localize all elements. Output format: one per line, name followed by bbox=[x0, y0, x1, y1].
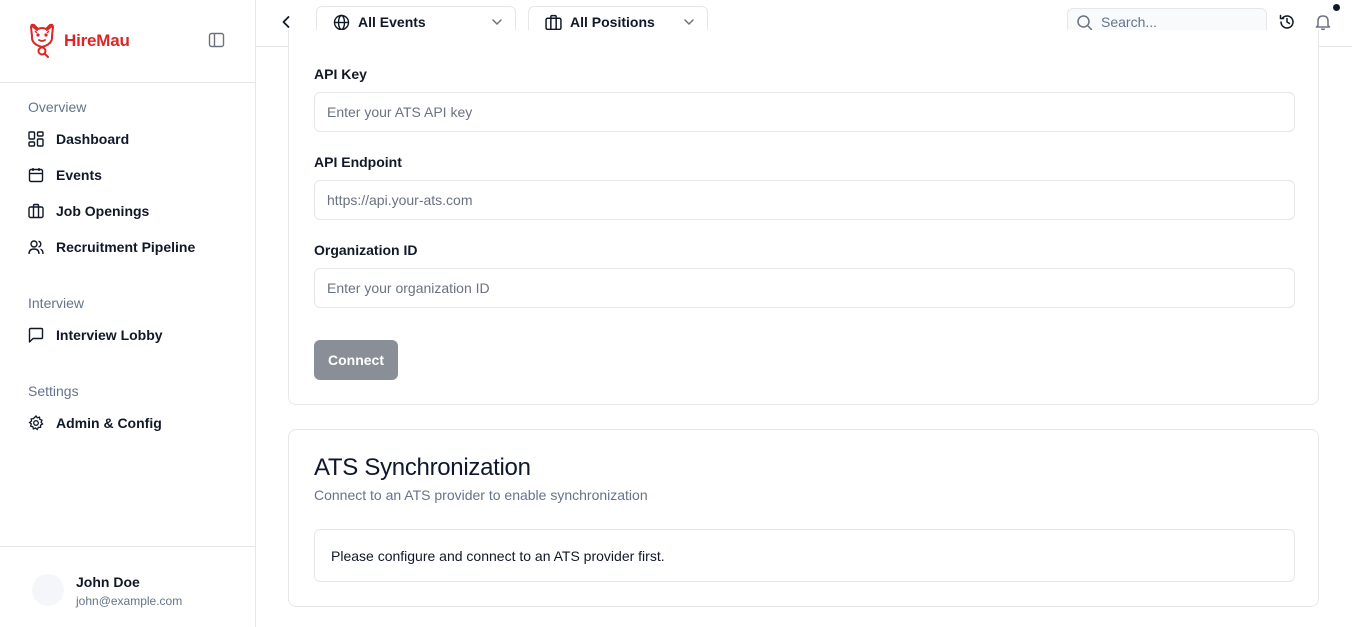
nav-section-overview: Overview bbox=[28, 99, 87, 115]
gear-icon bbox=[28, 415, 44, 431]
calendar-icon bbox=[28, 167, 44, 183]
nav-section-interview: Interview bbox=[28, 295, 85, 311]
sync-title: ATS Synchronization bbox=[314, 454, 531, 481]
search-icon bbox=[1076, 14, 1093, 31]
sidebar-item-label: Interview Lobby bbox=[56, 327, 163, 343]
dashboard-grid-icon bbox=[28, 131, 44, 147]
user-name: John Doe bbox=[76, 574, 140, 590]
sidebar-item-job-openings[interactable]: Job Openings bbox=[28, 199, 149, 223]
sidebar-item-interview-lobby[interactable]: Interview Lobby bbox=[28, 323, 163, 347]
sync-description: Connect to an ATS provider to enable syn… bbox=[314, 487, 648, 503]
api-endpoint-label: API Endpoint bbox=[314, 154, 402, 170]
connect-button[interactable]: Connect bbox=[314, 340, 398, 380]
nav-section-settings: Settings bbox=[28, 383, 79, 399]
sidebar-item-events[interactable]: Events bbox=[28, 163, 102, 187]
chevron-left-icon[interactable] bbox=[278, 13, 294, 31]
sidebar-item-recruitment-pipeline[interactable]: Recruitment Pipeline bbox=[28, 235, 195, 259]
notification-dot bbox=[1333, 4, 1340, 11]
sidebar-item-label: Job Openings bbox=[56, 203, 150, 219]
sidebar-item-label: Events bbox=[56, 167, 102, 183]
bell-icon[interactable] bbox=[1314, 13, 1332, 31]
events-filter-value: All Events bbox=[358, 14, 426, 30]
tiger-logo-icon[interactable] bbox=[28, 22, 56, 58]
sync-notice-text: Please configure and connect to an ATS p… bbox=[331, 547, 665, 564]
organization-id-input[interactable] bbox=[314, 268, 1295, 308]
api-key-input[interactable] bbox=[314, 92, 1295, 132]
sidebar-item-label: Dashboard bbox=[56, 131, 130, 147]
api-endpoint-input[interactable] bbox=[314, 180, 1295, 220]
users-icon bbox=[28, 239, 44, 255]
positions-filter-value: All Positions bbox=[570, 14, 655, 30]
ats-sync-card: ATS Synchronization Connect to an ATS pr… bbox=[288, 429, 1319, 607]
sync-notice: Please configure and connect to an ATS p… bbox=[314, 529, 1295, 582]
brand-name: HireMau bbox=[64, 31, 130, 50]
ats-config-card: API Key API Endpoint Organization ID Con… bbox=[288, 30, 1319, 405]
search-input[interactable] bbox=[1101, 14, 1251, 30]
sidebar-item-admin-config[interactable]: Admin & Config bbox=[28, 411, 162, 435]
chevron-down-icon bbox=[683, 16, 695, 28]
history-icon[interactable] bbox=[1278, 13, 1296, 31]
message-square-icon bbox=[28, 327, 44, 343]
briefcase-icon bbox=[28, 203, 44, 219]
avatar bbox=[32, 574, 64, 606]
brand-header: HireMau bbox=[0, 0, 255, 83]
sidebar-item-label: Recruitment Pipeline bbox=[56, 239, 196, 255]
globe-icon bbox=[333, 14, 350, 31]
sidebar-item-label: Admin & Config bbox=[56, 415, 162, 431]
sidebar-toggle-icon[interactable] bbox=[208, 32, 225, 48]
organization-id-label: Organization ID bbox=[314, 242, 418, 258]
sidebar-item-dashboard[interactable]: Dashboard bbox=[28, 127, 129, 151]
sidebar: HireMau Overview Dashboard Events Job Op… bbox=[0, 0, 256, 627]
briefcase-icon bbox=[545, 14, 562, 31]
user-email: john@example.com bbox=[76, 594, 183, 608]
chevron-down-icon bbox=[491, 16, 503, 28]
api-key-label: API Key bbox=[314, 66, 367, 82]
user-profile[interactable]: John Doe john@example.com bbox=[0, 546, 255, 627]
